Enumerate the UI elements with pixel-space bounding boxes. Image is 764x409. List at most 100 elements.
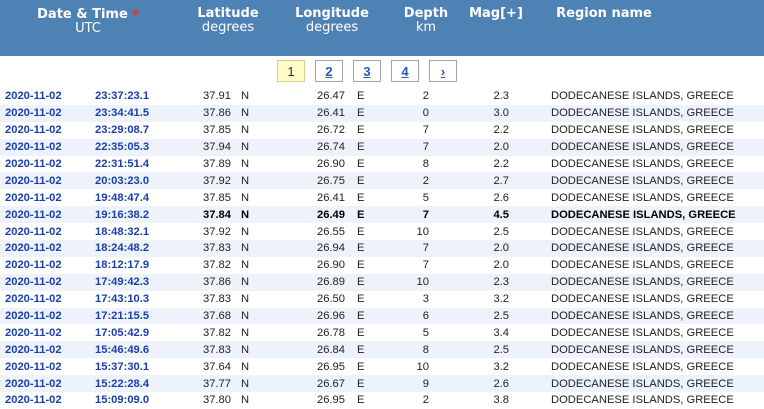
- table-row[interactable]: 2020-11-02 15:09:09.0 37.80 N 26.95 E 2 3.8 DODE…: [0, 392, 764, 409]
- magnitude-header-label[interactable]: Mag[+]: [466, 7, 526, 21]
- event-time-link[interactable]: 22:35:05.3: [95, 141, 149, 153]
- event-time-cell[interactable]: 17:21:15.5: [95, 307, 195, 325]
- event-date-cell[interactable]: 2020-11-02: [0, 189, 95, 207]
- event-time-cell[interactable]: 19:48:47.4: [95, 189, 195, 207]
- event-time-link[interactable]: 18:12:17.9: [95, 259, 149, 271]
- event-time-cell[interactable]: 15:37:30.1: [95, 358, 195, 376]
- table-row[interactable]: 2020-11-02 15:46:49.6 37.83 N 26.84 E 8 2.5 DODE…: [0, 341, 764, 359]
- table-row[interactable]: 2020-11-02 18:24:48.2 37.83 N 26.94 E 7 2.0 DODE…: [0, 240, 764, 257]
- table-row[interactable]: 2020-11-02 15:22:28.4 37.77 N 26.67 E 9 2.6 DODE…: [0, 375, 764, 393]
- event-date-link[interactable]: 2020-11-02: [5, 141, 62, 153]
- event-time-link[interactable]: 17:21:15.5: [95, 310, 149, 322]
- event-date-link[interactable]: 2020-11-02: [5, 259, 62, 271]
- event-date-cell[interactable]: 2020-11-02: [0, 104, 95, 122]
- event-time-link[interactable]: 17:43:10.3: [95, 293, 149, 305]
- event-time-cell[interactable]: 15:46:49.6: [95, 341, 195, 359]
- table-row[interactable]: 2020-11-02 18:48:32.1 37.92 N 26.55 E 10 2.5 DOD…: [0, 223, 764, 241]
- event-time-cell[interactable]: 18:24:48.2: [95, 240, 195, 257]
- event-time-cell[interactable]: 23:29:08.7: [95, 121, 195, 139]
- event-time-link[interactable]: 23:37:23.1: [95, 90, 149, 102]
- page-2-button[interactable]: 2: [315, 60, 343, 82]
- table-row[interactable]: 2020-11-02 20:03:23.0 37.92 N 26.75 E 2 2.7 DODE…: [0, 172, 764, 190]
- event-date-link[interactable]: 2020-11-02: [5, 394, 62, 406]
- event-date-link[interactable]: 2020-11-02: [5, 192, 62, 204]
- event-time-cell[interactable]: 22:35:05.3: [95, 138, 195, 156]
- event-date-link[interactable]: 2020-11-02: [5, 209, 62, 221]
- event-time-cell[interactable]: 15:09:09.0: [95, 392, 195, 409]
- event-date-link[interactable]: 2020-11-02: [5, 361, 62, 373]
- event-time-link[interactable]: 23:29:08.7: [95, 124, 149, 136]
- event-time-link[interactable]: 15:37:30.1: [95, 361, 149, 373]
- event-time-cell[interactable]: 23:37:23.1: [95, 88, 195, 105]
- event-date-cell[interactable]: 2020-11-02: [0, 223, 95, 241]
- event-date-link[interactable]: 2020-11-02: [5, 175, 62, 187]
- event-time-cell[interactable]: 22:31:51.4: [95, 155, 195, 173]
- event-date-cell[interactable]: 2020-11-02: [0, 88, 95, 105]
- event-date-cell[interactable]: 2020-11-02: [0, 307, 95, 325]
- event-date-link[interactable]: 2020-11-02: [5, 226, 62, 238]
- event-date-cell[interactable]: 2020-11-02: [0, 341, 95, 359]
- event-date-link[interactable]: 2020-11-02: [5, 90, 62, 102]
- event-date-link[interactable]: 2020-11-02: [5, 310, 62, 322]
- event-date-cell[interactable]: 2020-11-02: [0, 206, 95, 224]
- event-date-cell[interactable]: 2020-11-02: [0, 240, 95, 257]
- table-row[interactable]: 2020-11-02 19:16:38.2 37.84 N 26.49 E 7 4.5 DODE…: [0, 206, 764, 224]
- event-date-link[interactable]: 2020-11-02: [5, 107, 62, 119]
- event-date-cell[interactable]: 2020-11-02: [0, 172, 95, 190]
- table-row[interactable]: 2020-11-02 23:37:23.1 37.91 N 26.47 E 2 2.3 DODE…: [0, 88, 764, 105]
- event-date-cell[interactable]: 2020-11-02: [0, 375, 95, 393]
- event-date-link[interactable]: 2020-11-02: [5, 327, 62, 339]
- event-time-link[interactable]: 15:09:09.0: [95, 394, 149, 406]
- page-4-button[interactable]: 4: [391, 60, 419, 82]
- event-date-cell[interactable]: 2020-11-02: [0, 392, 95, 409]
- event-time-link[interactable]: 15:46:49.6: [95, 344, 149, 356]
- next-page-button[interactable]: ›: [429, 60, 457, 82]
- datetime-header-label[interactable]: Date & Time: [37, 7, 128, 22]
- event-date-link[interactable]: 2020-11-02: [5, 242, 62, 254]
- event-date-cell[interactable]: 2020-11-02: [0, 358, 95, 376]
- event-time-cell[interactable]: 17:43:10.3: [95, 290, 195, 308]
- page-1-button[interactable]: 1: [277, 60, 305, 82]
- event-time-cell[interactable]: 18:48:32.1: [95, 223, 195, 241]
- event-date-cell[interactable]: 2020-11-02: [0, 256, 95, 274]
- table-row[interactable]: 2020-11-02 22:35:05.3 37.94 N 26.74 E 7 2.0 DODE…: [0, 138, 764, 156]
- event-time-cell[interactable]: 19:16:38.2: [95, 206, 195, 224]
- event-time-cell[interactable]: 17:05:42.9: [95, 324, 195, 342]
- sort-descending-icon[interactable]: ▼: [132, 9, 139, 19]
- event-time-cell[interactable]: 18:12:17.9: [95, 256, 195, 274]
- event-date-cell[interactable]: 2020-11-02: [0, 121, 95, 139]
- column-header-datetime[interactable]: Date & Time ▼ UTC: [28, 7, 148, 36]
- page-3-button[interactable]: 3: [353, 60, 381, 82]
- event-time-link[interactable]: 22:31:51.4: [95, 158, 149, 170]
- event-date-link[interactable]: 2020-11-02: [5, 293, 62, 305]
- event-date-cell[interactable]: 2020-11-02: [0, 324, 95, 342]
- event-date-link[interactable]: 2020-11-02: [5, 344, 62, 356]
- table-row[interactable]: 2020-11-02 23:29:08.7 37.85 N 26.72 E 7 2.2 DODE…: [0, 121, 764, 139]
- event-time-link[interactable]: 17:49:42.3: [95, 276, 149, 288]
- event-time-link[interactable]: 17:05:42.9: [95, 327, 149, 339]
- table-row[interactable]: 2020-11-02 15:37:30.1 37.64 N 26.95 E 10 3.2 DOD…: [0, 358, 764, 376]
- event-date-cell[interactable]: 2020-11-02: [0, 155, 95, 173]
- event-time-link[interactable]: 15:22:28.4: [95, 378, 149, 390]
- event-date-link[interactable]: 2020-11-02: [5, 124, 62, 136]
- event-time-cell[interactable]: 20:03:23.0: [95, 172, 195, 190]
- event-time-cell[interactable]: 17:49:42.3: [95, 273, 195, 291]
- event-time-cell[interactable]: 23:34:41.5: [95, 104, 195, 122]
- event-time-link[interactable]: 20:03:23.0: [95, 175, 149, 187]
- event-time-link[interactable]: 19:16:38.2: [95, 209, 149, 221]
- table-row[interactable]: 2020-11-02 18:12:17.9 37.82 N 26.90 E 7 2.0 DODE…: [0, 256, 764, 274]
- event-time-cell[interactable]: 15:22:28.4: [95, 375, 195, 393]
- event-date-link[interactable]: 2020-11-02: [5, 158, 62, 170]
- column-header-magnitude[interactable]: Mag[+]: [466, 7, 526, 21]
- event-time-link[interactable]: 18:48:32.1: [95, 226, 149, 238]
- table-row[interactable]: 2020-11-02 17:05:42.9 37.82 N 26.78 E 5 3.4 DODE…: [0, 324, 764, 342]
- event-time-link[interactable]: 23:34:41.5: [95, 107, 149, 119]
- table-row[interactable]: 2020-11-02 22:31:51.4 37.89 N 26.90 E 8 2.2 DODE…: [0, 155, 764, 173]
- event-time-link[interactable]: 18:24:48.2: [95, 242, 149, 254]
- table-row[interactable]: 2020-11-02 17:49:42.3 37.86 N 26.89 E 10 2.3 DOD…: [0, 273, 764, 291]
- table-row[interactable]: 2020-11-02 17:43:10.3 37.83 N 26.50 E 3 3.2 DODE…: [0, 290, 764, 308]
- table-row[interactable]: 2020-11-02 17:21:15.5 37.68 N 26.96 E 6 2.5 DODE…: [0, 307, 764, 325]
- event-time-link[interactable]: 19:48:47.4: [95, 192, 149, 204]
- event-date-cell[interactable]: 2020-11-02: [0, 273, 95, 291]
- event-date-cell[interactable]: 2020-11-02: [0, 138, 95, 156]
